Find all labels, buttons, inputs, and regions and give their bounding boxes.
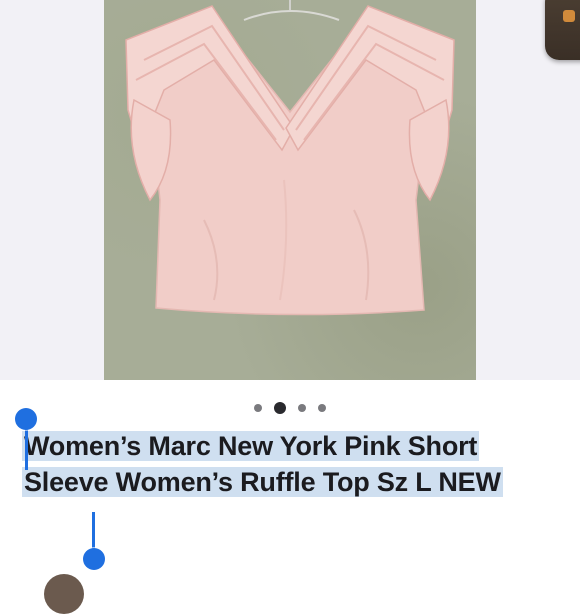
listing-title[interactable]: Women’s Marc New York Pink Short Sleeve … xyxy=(22,428,560,500)
selection-start-caret xyxy=(25,424,28,470)
page-dot-icon[interactable] xyxy=(318,404,326,412)
photo-left-padding xyxy=(0,0,104,380)
page-dot-icon[interactable] xyxy=(298,404,306,412)
page-dot-icon[interactable] xyxy=(254,404,262,412)
listing-title-text[interactable]: Women’s Marc New York Pink Short Sleeve … xyxy=(22,431,503,497)
page-dot-icon-active[interactable] xyxy=(274,402,286,414)
carousel-pagination[interactable] xyxy=(0,398,580,418)
avatar[interactable] xyxy=(44,574,84,614)
product-photo[interactable] xyxy=(104,0,476,380)
app-icon[interactable] xyxy=(545,0,580,60)
selection-start-handle[interactable] xyxy=(15,408,37,430)
listing-title-container[interactable]: Women’s Marc New York Pink Short Sleeve … xyxy=(22,428,560,500)
selection-end-handle[interactable] xyxy=(83,548,105,570)
product-photo-drawing xyxy=(125,0,455,316)
